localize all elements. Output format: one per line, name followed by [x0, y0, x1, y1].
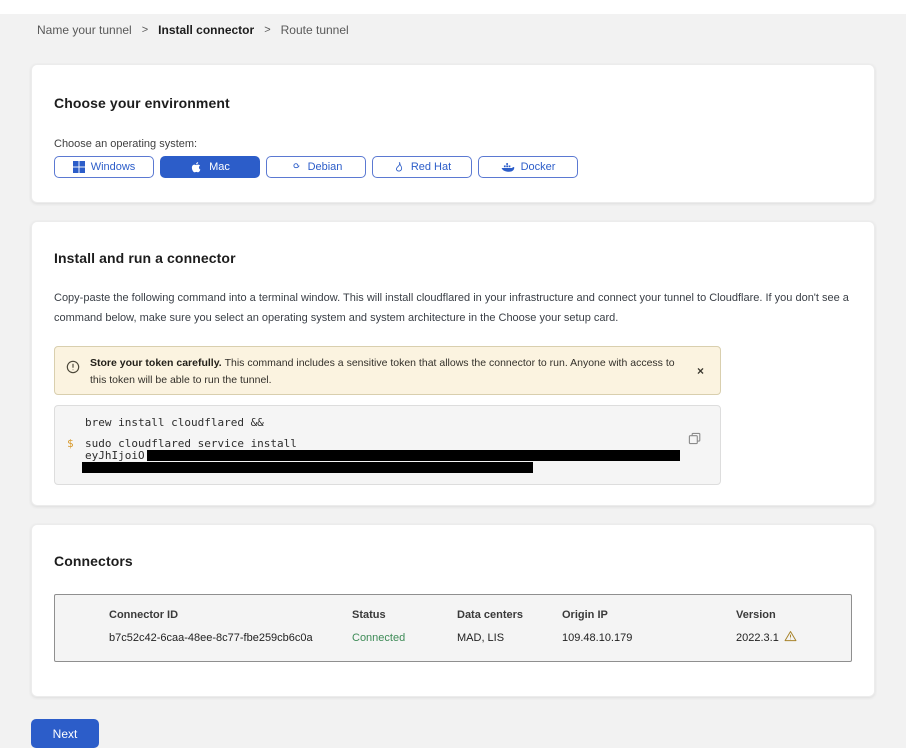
- connectors-card: Connectors Connector ID Status Data cent…: [31, 524, 875, 697]
- column-header-status: Status: [352, 609, 457, 621]
- redacted-token-bar: [82, 462, 533, 473]
- install-command-codeblock: brew install cloudflared && $ sudo cloud…: [54, 405, 721, 485]
- column-header-connector-id: Connector ID: [109, 609, 352, 621]
- column-header-origin-ip: Origin IP: [562, 609, 736, 621]
- windows-icon: [73, 161, 85, 173]
- code-token-line: eyJhIjoiO: [85, 450, 680, 461]
- token-visible-prefix: eyJhIjoiO: [85, 450, 145, 461]
- apple-icon: [190, 161, 203, 174]
- os-button-label: Red Hat: [411, 161, 451, 173]
- redhat-icon: [393, 161, 405, 173]
- code-line-2: sudo cloudflared service install: [85, 438, 680, 449]
- install-card-title: Install and run a connector: [54, 250, 852, 266]
- connector-data-centers-value: MAD, LIS: [457, 632, 562, 644]
- breadcrumb-route-tunnel[interactable]: Route tunnel: [281, 23, 349, 37]
- connectors-table: Connector ID Status Data centers Origin …: [54, 594, 852, 662]
- connector-status-value: Connected: [352, 632, 457, 644]
- breadcrumb-name-your-tunnel[interactable]: Name your tunnel: [37, 23, 132, 37]
- connector-id-value: b7c52c42-6caa-48ee-8c77-fbe259cb6c0a: [109, 632, 352, 644]
- warning-triangle-icon: [784, 630, 797, 645]
- docker-icon: [501, 162, 515, 173]
- os-button-mac[interactable]: Mac: [160, 156, 260, 178]
- os-button-label: Docker: [521, 161, 556, 173]
- breadcrumb: Name your tunnel > Install connector > R…: [37, 23, 906, 37]
- connectors-card-title: Connectors: [54, 553, 852, 569]
- connector-origin-ip-value: 109.48.10.179: [562, 632, 736, 644]
- column-header-data-centers: Data centers: [457, 609, 562, 621]
- os-button-label: Mac: [209, 161, 230, 173]
- os-button-windows[interactable]: Windows: [54, 156, 154, 178]
- token-warning-alert: Store your token carefully. This command…: [54, 346, 721, 395]
- breadcrumb-install-connector[interactable]: Install connector: [158, 23, 254, 37]
- redacted-token-bar: [147, 450, 680, 461]
- copy-icon: [688, 433, 701, 448]
- debian-icon: [290, 161, 302, 173]
- os-button-label: Windows: [91, 161, 136, 173]
- environment-card: Choose your environment Choose an operat…: [31, 64, 875, 203]
- os-button-redhat[interactable]: Red Hat: [372, 156, 472, 178]
- next-button[interactable]: Next: [31, 719, 99, 748]
- os-button-debian[interactable]: Debian: [266, 156, 366, 178]
- alert-close-button[interactable]: ×: [689, 362, 712, 380]
- breadcrumb-separator: >: [264, 24, 270, 36]
- top-strip: [0, 0, 906, 14]
- column-header-version: Version: [736, 609, 841, 621]
- version-text: 2022.3.1: [736, 632, 779, 644]
- code-line-1: brew install cloudflared &&: [85, 417, 680, 428]
- alert-title: Store your token carefully.: [90, 357, 225, 369]
- os-select-label: Choose an operating system:: [54, 138, 852, 150]
- copy-command-button[interactable]: [688, 432, 701, 448]
- alert-message: Store your token carefully. This command…: [90, 353, 681, 388]
- os-button-docker[interactable]: Docker: [478, 156, 578, 178]
- environment-card-title: Choose your environment: [54, 95, 852, 111]
- install-description: Copy-paste the following command into a …: [54, 288, 852, 328]
- os-button-group: Windows Mac Debian Red Hat Docker: [54, 156, 852, 178]
- alert-circle-icon: [66, 360, 80, 379]
- breadcrumb-separator: >: [142, 24, 148, 36]
- connector-version-value: 2022.3.1: [736, 630, 841, 645]
- shell-prompt: $: [67, 438, 74, 449]
- os-button-label: Debian: [308, 161, 343, 173]
- install-card: Install and run a connector Copy-paste t…: [31, 221, 875, 506]
